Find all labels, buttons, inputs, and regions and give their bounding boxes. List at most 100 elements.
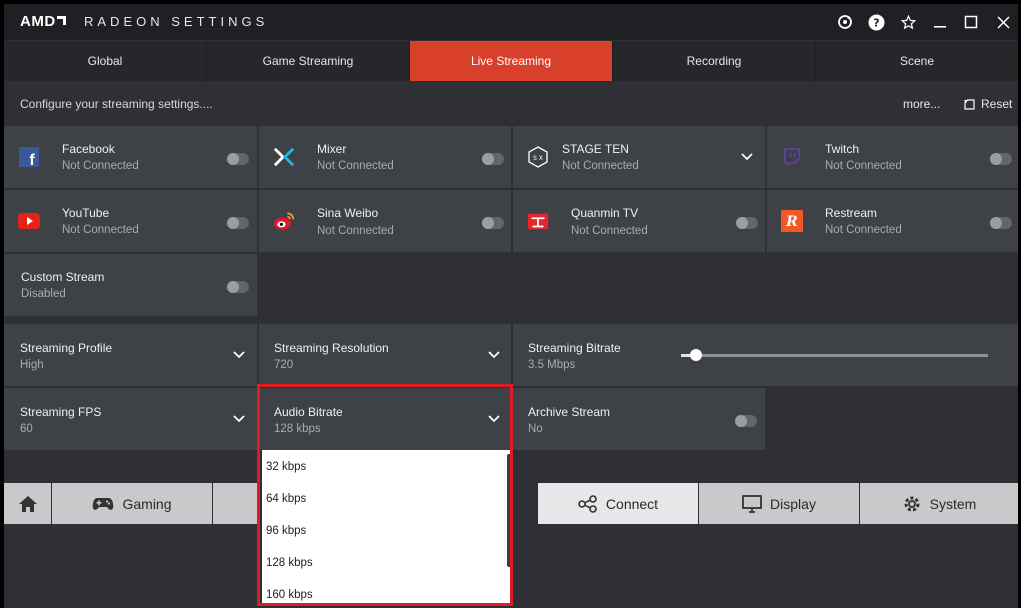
- service-name: Restream: [825, 206, 878, 220]
- streaming-resolution-dropdown[interactable]: Streaming Resolution 720: [259, 324, 511, 386]
- audio-bitrate-dropdown[interactable]: Audio Bitrate 128 kbps: [259, 388, 511, 450]
- streaming-fps-dropdown[interactable]: Streaming FPS 60: [4, 388, 257, 450]
- service-name: Sina Weibo: [317, 206, 379, 220]
- service-status: Not Connected: [317, 225, 394, 237]
- title-bar: AMD RADEON SETTINGS ?: [4, 4, 1018, 40]
- setting-value: No: [528, 423, 543, 435]
- radeon-settings-window: AMD RADEON SETTINGS ? Global Game Stream…: [4, 4, 1018, 608]
- system-button[interactable]: System: [860, 483, 1018, 524]
- setting-value: 60: [20, 423, 33, 435]
- sina-weibo-icon: [273, 210, 295, 232]
- more-link[interactable]: more...: [903, 97, 940, 111]
- streaming-bitrate-setting: Streaming Bitrate 3.5 Mbps: [513, 324, 1018, 386]
- youtube-toggle[interactable]: [227, 217, 249, 229]
- restream-toggle[interactable]: [990, 217, 1012, 229]
- service-name: Mixer: [317, 142, 347, 156]
- setting-value: 128 kbps: [274, 423, 321, 435]
- youtube-icon: [18, 210, 40, 232]
- svg-text:?: ?: [873, 16, 879, 29]
- setting-label: Audio Bitrate: [274, 405, 343, 419]
- reset-button[interactable]: Reset: [964, 97, 1012, 111]
- bitrate-slider-handle[interactable]: [690, 349, 703, 361]
- service-tile-quanmin-tv[interactable]: Quanmin TV Not Connected: [513, 190, 765, 252]
- tab-scene[interactable]: Scene: [816, 41, 1018, 81]
- close-icon[interactable]: [992, 11, 1014, 33]
- facebook-toggle[interactable]: [227, 153, 249, 165]
- svg-text:R: R: [785, 214, 798, 230]
- setting-value: 3.5 Mbps: [528, 359, 576, 371]
- service-status: Not Connected: [62, 224, 139, 236]
- bitrate-slider-track[interactable]: [681, 354, 988, 357]
- quanmin-tv-icon: [527, 210, 549, 232]
- service-status: Not Connected: [62, 160, 139, 172]
- svg-text:f: f: [29, 152, 35, 167]
- audio-option[interactable]: 160 kbps: [262, 578, 513, 604]
- tab-recording[interactable]: Recording: [613, 41, 815, 81]
- tab-game-streaming[interactable]: Game Streaming: [207, 41, 409, 81]
- help-icon[interactable]: ?: [865, 11, 887, 33]
- minimize-icon[interactable]: [929, 11, 951, 33]
- connect-button[interactable]: Connect: [538, 483, 698, 524]
- mixer-toggle[interactable]: [482, 153, 504, 165]
- audio-option[interactable]: 96 kbps: [262, 514, 513, 546]
- setting-value: High: [20, 359, 44, 371]
- service-status: Not Connected: [825, 224, 902, 236]
- home-button[interactable]: [4, 483, 51, 524]
- service-name: Custom Stream: [21, 270, 105, 284]
- service-tile-youtube[interactable]: YouTube Not Connected: [4, 190, 257, 252]
- amd-logo: AMD: [20, 13, 66, 30]
- sub-header: Configure your streaming settings.... mo…: [4, 82, 1018, 126]
- quanmin-tv-toggle[interactable]: [736, 217, 758, 229]
- service-status: Not Connected: [317, 160, 394, 172]
- tab-live-streaming[interactable]: Live Streaming: [410, 41, 612, 81]
- twitch-toggle[interactable]: [990, 153, 1012, 165]
- audio-option[interactable]: 32 kbps: [262, 450, 513, 482]
- chevron-down-icon: [233, 351, 245, 359]
- setting-label: Archive Stream: [528, 405, 611, 419]
- service-tile-restream[interactable]: R Restream Not Connected: [767, 190, 1018, 252]
- archive-stream-toggle[interactable]: [735, 415, 757, 427]
- gaming-button[interactable]: Gaming: [52, 483, 212, 524]
- archive-stream-setting[interactable]: Archive Stream No: [513, 388, 765, 450]
- chevron-down-icon[interactable]: [740, 150, 754, 164]
- mixer-icon: [273, 146, 295, 168]
- facebook-icon: f: [18, 146, 40, 168]
- service-status: Not Connected: [571, 225, 648, 237]
- service-tile-sina-weibo[interactable]: Sina Weibo Not Connected: [259, 190, 511, 252]
- monitor-icon: [742, 494, 762, 513]
- connect-icon: [578, 494, 597, 513]
- display-button[interactable]: Display: [699, 483, 859, 524]
- service-name: Quanmin TV: [571, 206, 639, 220]
- home-icon: [18, 495, 37, 512]
- svg-text:S X: S X: [533, 155, 543, 162]
- tab-global[interactable]: Global: [4, 41, 206, 81]
- tab-bar: Global Game Streaming Live Streaming Rec…: [4, 41, 1018, 81]
- service-tile-twitch[interactable]: Twitch Not Connected: [767, 126, 1018, 188]
- refresh-icon[interactable]: [834, 11, 856, 33]
- chevron-down-icon: [233, 415, 245, 423]
- star-icon[interactable]: [897, 11, 919, 33]
- service-name: STAGE TEN: [562, 142, 629, 156]
- setting-label: Streaming Resolution: [274, 341, 389, 355]
- dropdown-scrollbar[interactable]: [507, 454, 512, 567]
- audio-bitrate-options: 32 kbps 64 kbps 96 kbps 128 kbps 160 kbp…: [262, 450, 513, 604]
- service-status: Disabled: [21, 288, 66, 300]
- service-tile-stage-ten[interactable]: S X STAGE TEN Not Connected: [513, 126, 765, 188]
- gear-icon: [904, 496, 920, 511]
- video-button[interactable]: [213, 483, 257, 524]
- restream-icon: R: [781, 210, 803, 232]
- sina-weibo-toggle[interactable]: [482, 217, 504, 229]
- maximize-icon[interactable]: [960, 11, 982, 33]
- reset-icon: [964, 98, 975, 110]
- setting-label: Streaming Profile: [20, 341, 113, 355]
- service-tile-mixer[interactable]: Mixer Not Connected: [259, 126, 511, 188]
- setting-label: Streaming Bitrate: [528, 341, 621, 355]
- service-tile-custom-stream[interactable]: Custom Stream Disabled: [4, 254, 257, 316]
- streaming-profile-dropdown[interactable]: Streaming Profile High: [4, 324, 257, 386]
- custom-stream-toggle[interactable]: [227, 281, 249, 293]
- chevron-down-icon: [488, 351, 500, 359]
- audio-option[interactable]: 128 kbps: [262, 546, 513, 578]
- service-tile-facebook[interactable]: f Facebook Not Connected: [4, 126, 257, 188]
- audio-option[interactable]: 64 kbps: [262, 482, 513, 514]
- setting-label: Streaming FPS: [20, 405, 102, 419]
